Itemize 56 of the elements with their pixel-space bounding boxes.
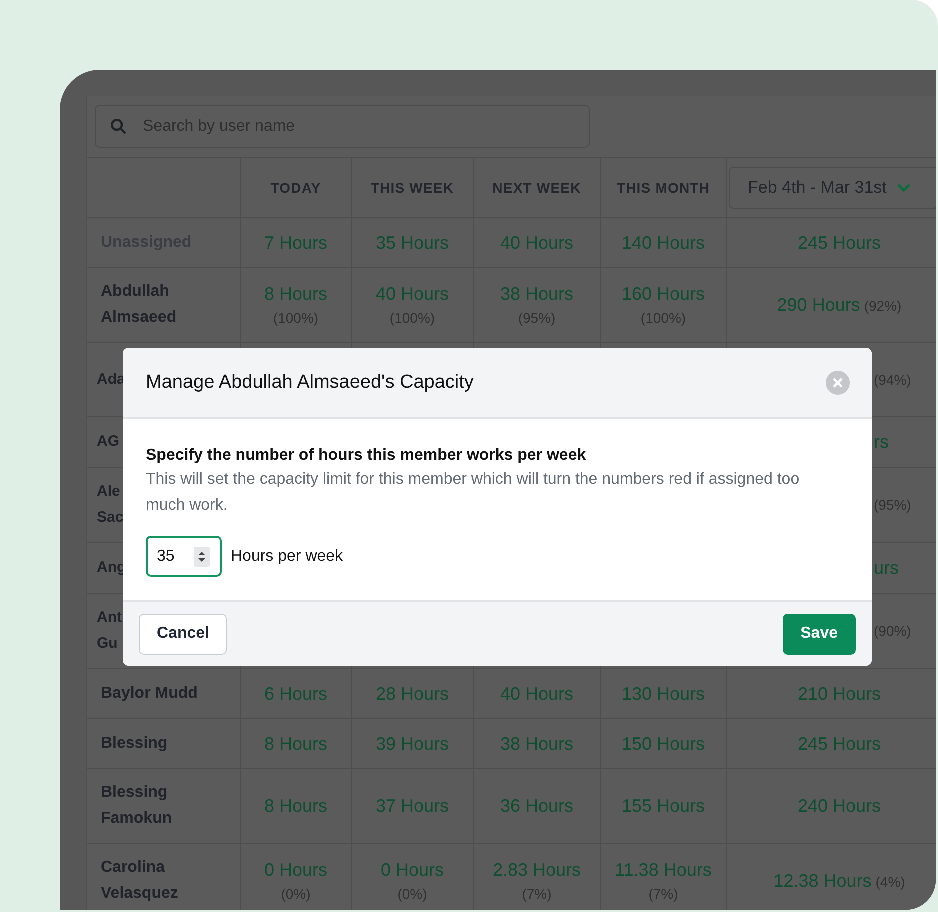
member-name: Blessing [101, 734, 168, 754]
hours-value: 36 Hours [500, 795, 574, 818]
hours-input[interactable]: 35 [157, 548, 187, 566]
hours-value: 40 Hours [500, 682, 574, 706]
hours-value: 40 Hours [376, 283, 450, 306]
hours-value: 28 Hours [376, 682, 450, 706]
hours-value: 6 Hours [264, 682, 328, 706]
column-header: THIS MONTH [616, 180, 710, 196]
hours-value: 7 Hours [264, 232, 328, 254]
save-button[interactable]: Save [782, 614, 856, 654]
dialog-title: Manage Abdullah Almsaeed's Capacity [146, 372, 474, 394]
hours-value: 140 Hours [622, 232, 706, 254]
cancel-button[interactable]: Cancel [139, 614, 228, 654]
hours-value: 38 Hours [500, 732, 574, 756]
member-name: Ale Sac [97, 482, 125, 528]
column-header: NEXT WEEK [492, 180, 582, 196]
hours-value: 37 Hours [376, 795, 450, 818]
hours-value: 290 Hours [777, 294, 860, 317]
column-header: TODAY [270, 180, 322, 196]
member-name: Abdullah Almsaeed [101, 282, 178, 328]
member-name: Blessing Famokun [101, 783, 174, 829]
search-icon [110, 118, 127, 135]
dialog-heading: Specify the number of hours this member works per week [146, 446, 588, 466]
hours-value: 160 Hours [622, 283, 706, 306]
hours-value: 130 Hours [622, 682, 706, 706]
hours-value: 155 Hours [622, 795, 706, 818]
hours-value: 245 Hours [798, 732, 882, 756]
hours-value: 150 Hours [622, 732, 706, 756]
spinner-icon [194, 546, 210, 566]
hours-value: rs [874, 431, 889, 454]
member-name: Ant Gu [97, 608, 123, 654]
hours-value: 210 Hours [798, 682, 882, 706]
hours-field[interactable]: 35 [146, 536, 222, 577]
hours-value: 0 Hours [380, 859, 444, 882]
hours-value: 0 Hours [264, 859, 328, 882]
column-header: THIS WEEK [370, 180, 454, 196]
chevron-icon [896, 182, 911, 192]
close-icon[interactable] [826, 370, 850, 394]
hours-value: 8 Hours [264, 732, 328, 756]
hours-value: 40 Hours [500, 232, 574, 254]
hours-value: 245 Hours [798, 232, 882, 254]
hours-value: 11.38 Hours [615, 859, 712, 882]
hours-value: 38 Hours [500, 283, 574, 306]
hours-value: 2.83 Hours [492, 859, 582, 882]
hours-value: 8 Hours [264, 283, 328, 306]
member-name: Baylor Mudd [101, 684, 198, 704]
member-name: Carolina Velasquez [101, 858, 180, 904]
hours-value: 12.38 Hours [774, 870, 872, 893]
input-label: Hours per week [231, 548, 344, 566]
hours-value: 240 Hours [798, 795, 882, 818]
dialog-description: This will set the capacity limit for this member which will turn the numbers red if assigned too much work. [146, 470, 801, 516]
hours-value: urs [874, 557, 900, 580]
hours-value: 35 Hours [376, 232, 450, 254]
hours-value: 8 Hours [264, 795, 328, 818]
member-name: AG [97, 432, 120, 452]
hours-value: 39 Hours [376, 732, 450, 756]
